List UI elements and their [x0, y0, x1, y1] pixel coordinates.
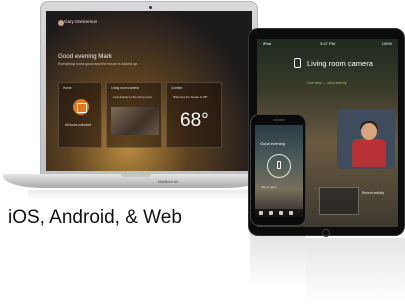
- laptop-screen: Gary Dockerson Good evening Mark Everyth…: [46, 11, 252, 171]
- snapshot-label: Recent activity: [362, 191, 385, 195]
- laptop-camera-icon: [149, 6, 152, 9]
- laptop-device: Gary Dockerson Good evening Mark Everyth…: [0, 0, 265, 196]
- phone-speaker: [273, 119, 285, 121]
- camera-scene-head: [361, 123, 377, 140]
- laptop-lid: Gary Dockerson Good evening Mark Everyth…: [40, 1, 258, 175]
- phone-reflection: [250, 228, 306, 288]
- camera-icon: [294, 58, 301, 68]
- phone-device: Good evening Tap to open: [250, 114, 306, 226]
- home-card[interactable]: Home All doors unlocked: [58, 82, 102, 148]
- snapshot-thumbnail[interactable]: [319, 187, 359, 215]
- phone-tab-bar: [255, 209, 303, 217]
- tablet-battery: 100%: [381, 41, 392, 46]
- tablet-home-button[interactable]: [322, 229, 330, 237]
- thermostat-note: Warming the house to 68°: [173, 95, 208, 99]
- laptop-brand-label: MacBook Air: [158, 180, 179, 184]
- phone-title: Good evening: [260, 141, 285, 146]
- live-view-link[interactable]: Live view — view activity: [307, 81, 347, 85]
- phone-screen: Good evening Tap to open: [255, 125, 303, 217]
- tab-home-icon[interactable]: [259, 211, 263, 215]
- phone-caption: Tap to open: [261, 185, 277, 189]
- tablet-status-bar: iPad 3:47 PM 100%: [257, 39, 398, 48]
- tablet-title: Living room camera: [307, 59, 373, 68]
- laptop-shadow: [28, 190, 248, 200]
- tab-thermostat-icon[interactable]: [279, 211, 283, 215]
- camera-thumbnail[interactable]: [111, 107, 159, 135]
- laptop-base: [3, 174, 265, 188]
- home-card-title: Home: [63, 86, 72, 90]
- greeting-subtitle: Everything looks good and the house is l…: [58, 62, 139, 66]
- home-lock-icon[interactable]: [73, 99, 89, 115]
- tab-camera-icon[interactable]: [269, 211, 273, 215]
- camera-card-caption: Last activity in the living room: [113, 95, 153, 99]
- tablet-carrier: iPad: [263, 41, 272, 46]
- thermostat-card[interactable]: Comfort Warming the house to 68° 68°: [166, 82, 222, 148]
- home-status: All doors unlocked: [65, 123, 92, 127]
- tablet-time: 3:47 PM: [320, 41, 335, 46]
- camera-card-title: Living room camera: [111, 86, 139, 90]
- lock-icon: [277, 161, 281, 169]
- camera-card[interactable]: Living room camera Last activity in the …: [106, 82, 162, 148]
- laptop-notch: [121, 174, 151, 177]
- tablet-reflection: [306, 238, 405, 304]
- thermostat-card-title: Comfort: [171, 86, 183, 90]
- platform-caption: iOS, Android, & Web: [8, 207, 182, 228]
- camera-scene-person: [352, 139, 386, 167]
- thermostat-temperature: 68°: [180, 110, 209, 131]
- user-name: Gary Dockerson: [64, 19, 98, 24]
- greeting-text: Good evening Mark: [58, 53, 112, 60]
- tab-settings-icon[interactable]: [289, 211, 293, 215]
